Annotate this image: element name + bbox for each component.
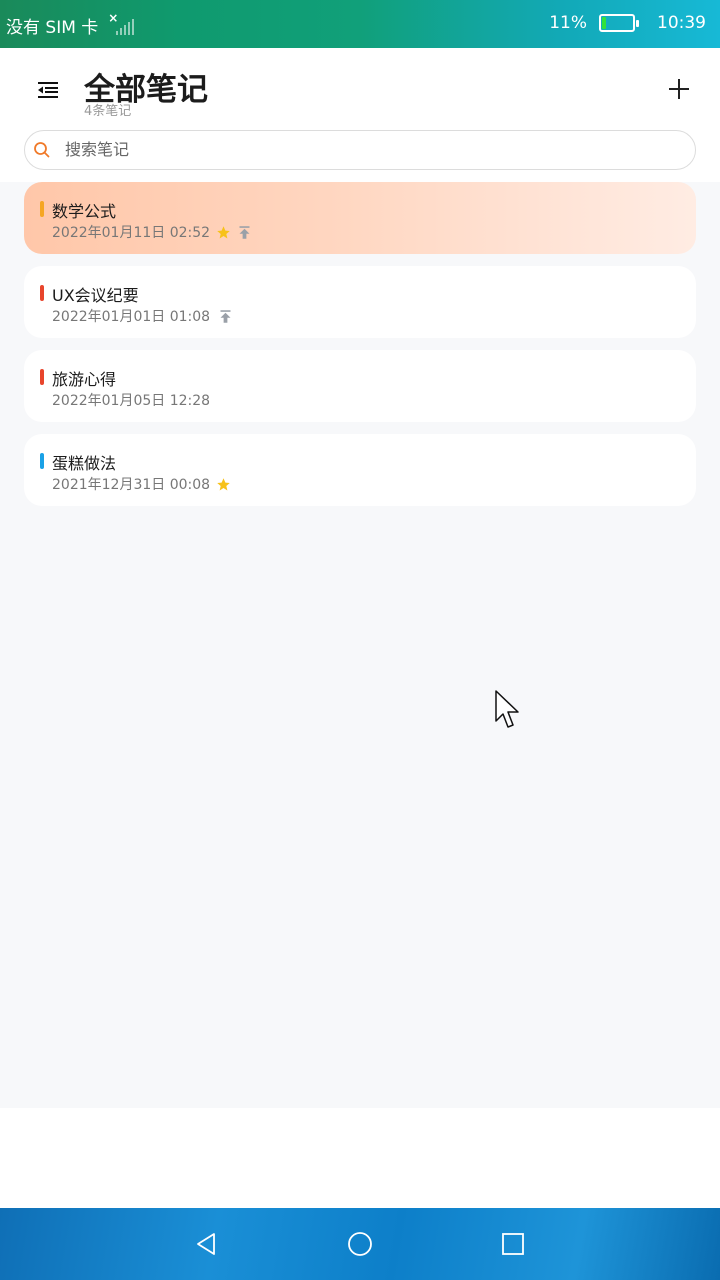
note-count: 4条笔记 bbox=[84, 104, 132, 119]
note-color-marker bbox=[40, 453, 44, 469]
note-meta: 2022年01月05日 12:28 bbox=[52, 390, 210, 410]
note-color-marker bbox=[40, 369, 44, 385]
note-color-marker bbox=[40, 201, 44, 217]
battery-percent: 11% bbox=[549, 13, 587, 33]
back-triangle-icon[interactable] bbox=[193, 1230, 221, 1258]
mouse-cursor-icon bbox=[494, 689, 522, 731]
header: 全部笔记 4条笔记 bbox=[0, 48, 720, 182]
note-meta: 2022年01月11日 02:52 bbox=[52, 222, 252, 242]
note-meta: 2021年12月31日 00:08 bbox=[52, 474, 231, 494]
bottom-spacer bbox=[0, 1108, 720, 1208]
note-title: 旅游心得 bbox=[52, 370, 117, 389]
pin-top-icon bbox=[218, 309, 233, 324]
plus-icon[interactable] bbox=[666, 76, 692, 102]
home-circle-icon[interactable] bbox=[346, 1230, 374, 1258]
status-bar: 没有 SIM 卡 × 11% 10:39 bbox=[0, 0, 720, 48]
note-title: 数学公式 bbox=[52, 202, 117, 221]
search-icon bbox=[33, 141, 51, 159]
note-date: 2022年01月11日 02:52 bbox=[52, 225, 211, 241]
battery-icon bbox=[599, 14, 639, 32]
clock-time: 10:39 bbox=[657, 13, 706, 33]
recents-square-icon[interactable] bbox=[499, 1230, 527, 1258]
no-signal-icon: × bbox=[108, 11, 135, 37]
status-right: 11% 10:39 bbox=[549, 13, 706, 33]
status-left: 没有 SIM 卡 × bbox=[6, 11, 135, 38]
pin-top-icon bbox=[237, 225, 252, 240]
note-color-marker bbox=[40, 285, 44, 301]
note-item-2[interactable]: UX会议纪要 2022年01月01日 01:08 bbox=[24, 266, 696, 338]
star-icon bbox=[216, 225, 231, 240]
note-date: 2022年01月01日 01:08 bbox=[52, 309, 211, 325]
search-input[interactable] bbox=[65, 131, 675, 168]
note-date: 2021年12月31日 00:08 bbox=[52, 477, 211, 493]
system-nav-bar bbox=[0, 1208, 720, 1280]
note-date: 2022年01月05日 12:28 bbox=[52, 393, 211, 409]
carrier-text: 没有 SIM 卡 bbox=[6, 18, 99, 38]
note-title: 蛋糕做法 bbox=[52, 454, 117, 473]
note-item-4[interactable]: 蛋糕做法 2021年12月31日 00:08 bbox=[24, 434, 696, 506]
note-meta: 2022年01月01日 01:08 bbox=[52, 306, 233, 326]
star-icon bbox=[216, 477, 231, 492]
notes-list: 数学公式 2022年01月11日 02:52 UX会议纪要 2022年01月01… bbox=[0, 182, 720, 1108]
search-bar[interactable] bbox=[24, 130, 696, 170]
menu-collapse-icon[interactable] bbox=[30, 74, 66, 106]
note-item-1[interactable]: 数学公式 2022年01月11日 02:52 bbox=[24, 182, 696, 254]
note-title: UX会议纪要 bbox=[52, 286, 139, 305]
note-item-3[interactable]: 旅游心得 2022年01月05日 12:28 bbox=[24, 350, 696, 422]
